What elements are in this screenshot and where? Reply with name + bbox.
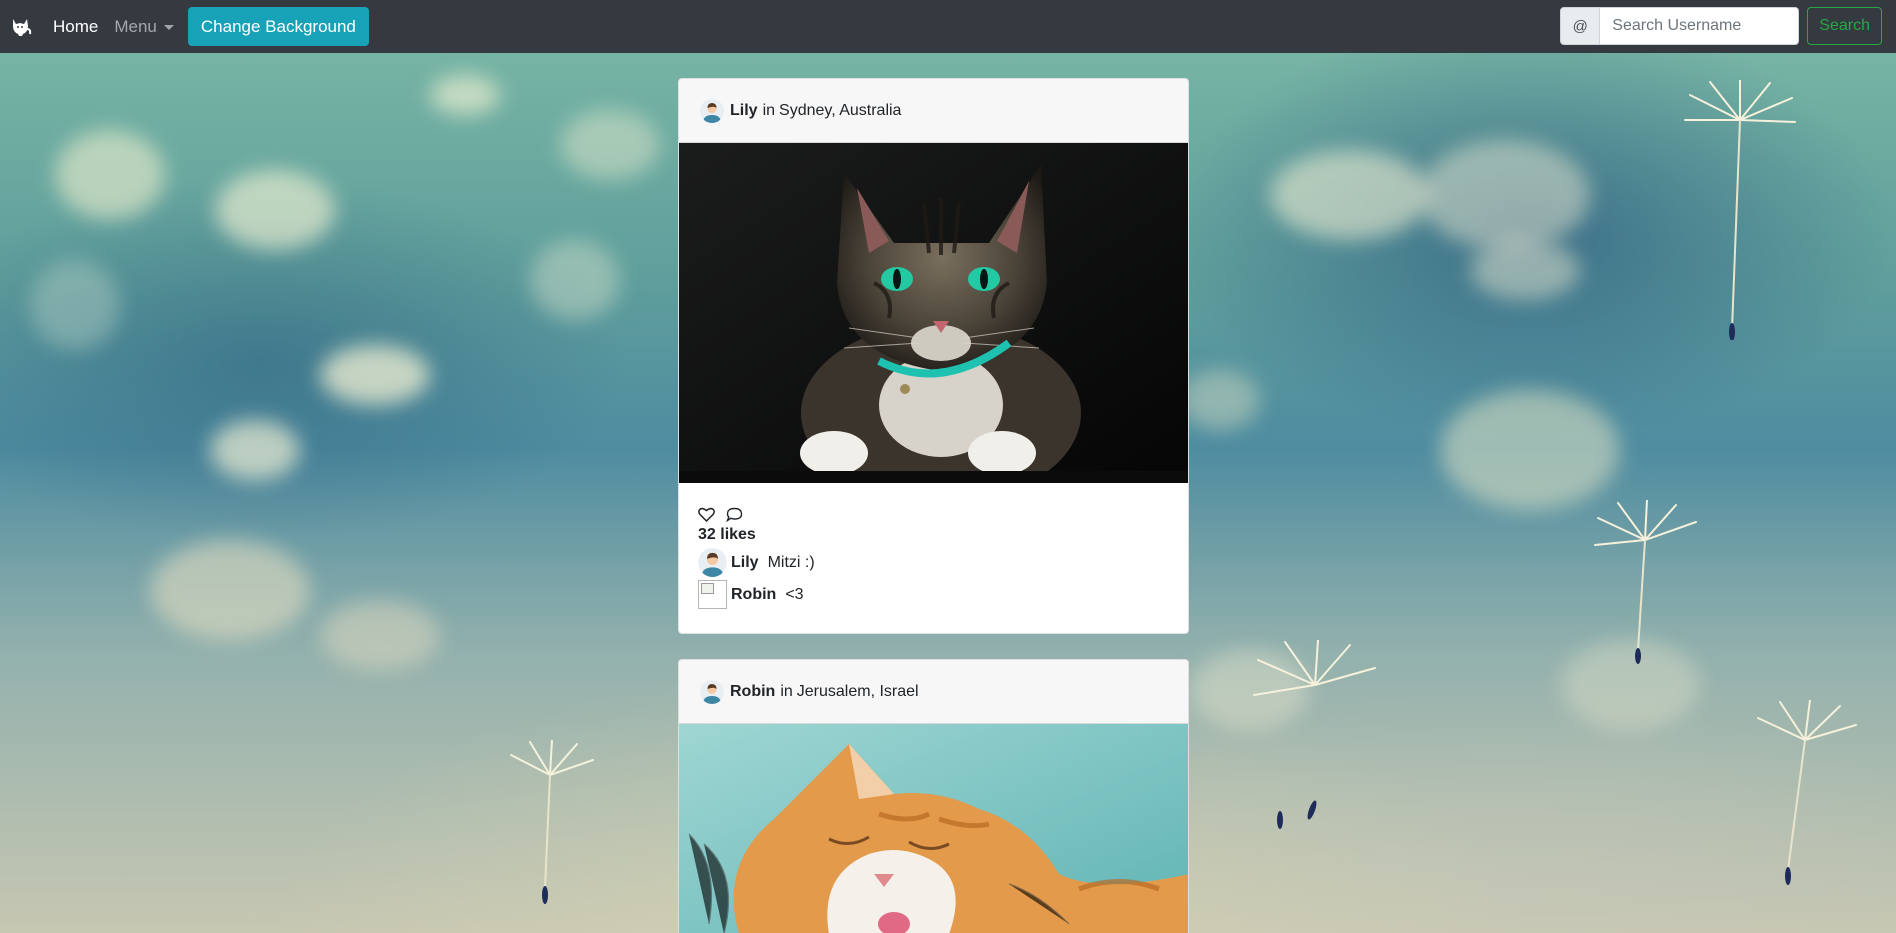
comment-row: Lily Mitzi :) — [698, 548, 1169, 577]
post-location: Jerusalem, Israel — [796, 682, 919, 700]
comment-username[interactable]: Lily — [731, 554, 759, 572]
comment-icon[interactable] — [726, 507, 743, 522]
post-body: 32 likes Lily Mitzi :) Robin <3 — [679, 483, 1188, 609]
post-card: Lily in Sydney, Australia 32 likes Lily … — [678, 78, 1189, 634]
like-count: 32 likes — [698, 526, 756, 543]
search-form: @ Search — [1560, 7, 1882, 45]
caret-down-icon — [163, 25, 174, 30]
broken-image-icon[interactable] — [698, 580, 727, 609]
cat-logo-icon[interactable] — [10, 16, 32, 38]
post-header: Robin in Jerusalem, Israel — [679, 660, 1188, 724]
post-card: Robin in Jerusalem, Israel — [678, 659, 1189, 933]
top-navbar: Home Menu Change Background @ Search — [0, 0, 1896, 53]
avatar[interactable] — [698, 548, 727, 577]
avatar[interactable] — [700, 679, 724, 704]
post-author[interactable]: Lily — [730, 102, 758, 120]
comment-row: Robin <3 — [698, 580, 1169, 609]
nav-menu-dropdown[interactable]: Menu — [114, 17, 174, 37]
location-prefix: in — [762, 101, 776, 119]
post-photo-orange-cat[interactable] — [679, 724, 1189, 933]
post-author[interactable]: Robin — [730, 683, 775, 701]
avatar[interactable] — [700, 98, 724, 123]
comment-username[interactable]: Robin — [731, 586, 776, 604]
post-actions — [698, 503, 1169, 525]
change-background-button[interactable]: Change Background — [187, 7, 369, 46]
search-button[interactable]: Search — [1807, 7, 1882, 45]
post-location: Sydney, Australia — [779, 101, 902, 119]
menu-label: Menu — [114, 16, 157, 36]
post-photo-tabby-cat[interactable] — [679, 143, 1189, 483]
post-header: Lily in Sydney, Australia — [679, 79, 1188, 143]
heart-icon[interactable] — [698, 507, 715, 522]
search-username-input[interactable] — [1600, 7, 1800, 45]
location-prefix: in — [780, 682, 793, 700]
comment-text: Mitzi :) — [767, 553, 815, 571]
comment-text: <3 — [785, 585, 804, 603]
at-prefix: @ — [1560, 7, 1601, 45]
nav-home-link[interactable]: Home — [53, 17, 98, 37]
